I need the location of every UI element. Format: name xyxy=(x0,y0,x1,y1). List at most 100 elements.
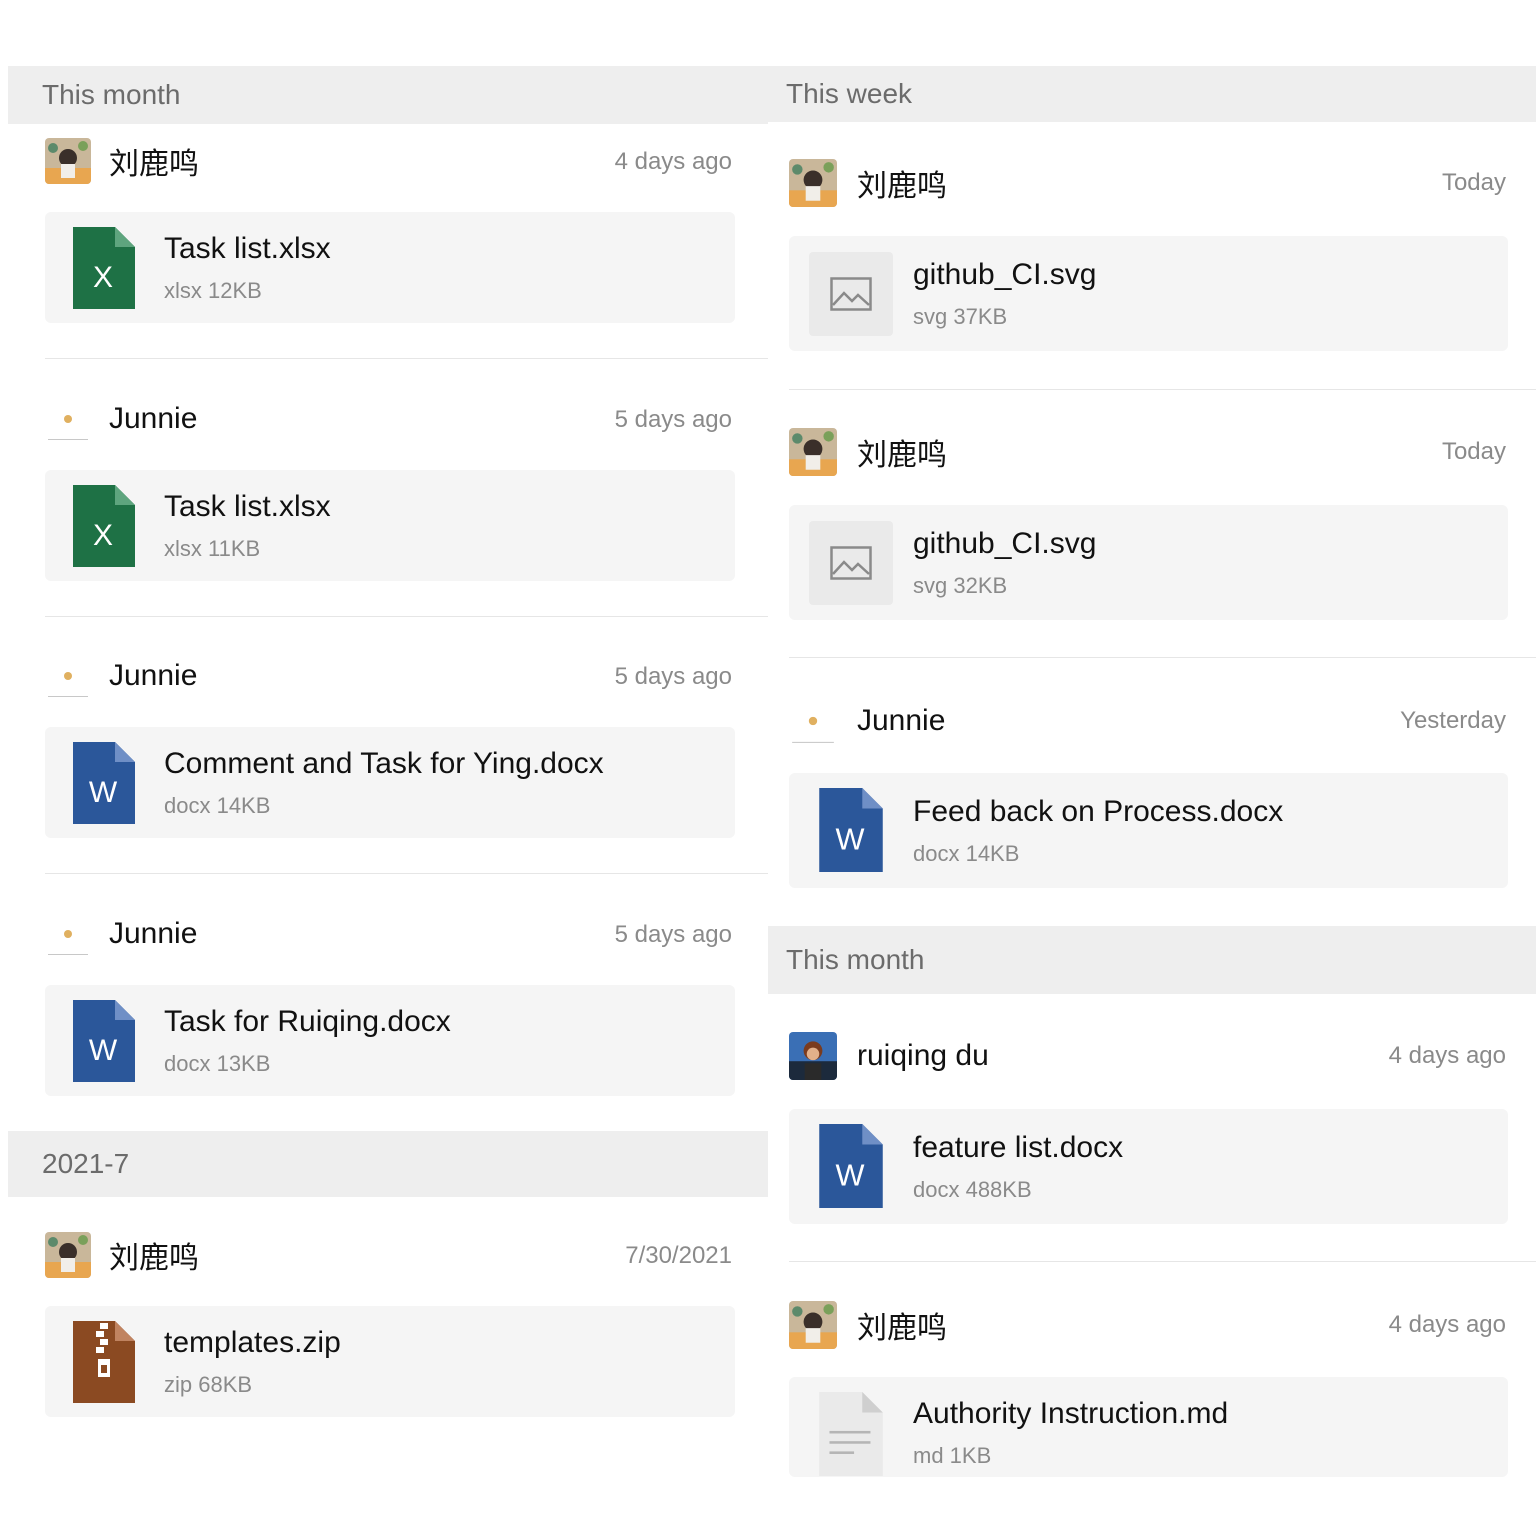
image-icon xyxy=(830,277,872,311)
file-meta: docx 13KB xyxy=(164,1051,271,1076)
section-title: 2021-7 xyxy=(42,1148,130,1179)
file-name: feature list.docx xyxy=(913,1131,1124,1164)
file-icon-glyph: W xyxy=(835,1157,864,1192)
activity-user-row[interactable]: 刘鹿鸣 xyxy=(789,1301,947,1349)
user-avatar xyxy=(789,1301,837,1349)
file-card[interactable]: W feature list.docx docx 488KB xyxy=(789,1109,1508,1224)
file-meta: xlsx 11KB xyxy=(164,536,261,561)
user-name: ruiqing du xyxy=(857,1039,989,1072)
file-icon-glyph: W xyxy=(89,776,118,809)
file-name: github_CI.svg xyxy=(913,258,1097,291)
user-avatar xyxy=(45,1232,91,1278)
activity-time: 5 days ago xyxy=(614,663,732,690)
activity-user-row[interactable]: 刘鹿鸣 xyxy=(45,1232,199,1278)
divider xyxy=(789,657,1536,658)
file-name: Task list.xlsx xyxy=(164,232,331,265)
divider xyxy=(45,873,768,874)
divider xyxy=(45,358,768,359)
section-header-this-month: This month xyxy=(8,66,768,124)
section-header-2021-7: 2021-7 xyxy=(8,1131,768,1197)
user-avatar xyxy=(45,653,91,699)
file-card[interactable]: X Task list.xlsx xlsx 12KB xyxy=(45,212,735,323)
file-name: github_CI.svg xyxy=(913,527,1097,560)
user-avatar xyxy=(789,697,837,745)
svg-file-icon xyxy=(809,521,893,605)
activity-time: 4 days ago xyxy=(614,148,732,175)
file-meta: zip 68KB xyxy=(164,1372,253,1397)
file-meta: svg 37KB xyxy=(913,304,1008,329)
user-avatar xyxy=(45,911,91,957)
file-card[interactable]: W Task for Ruiqing.docx docx 13KB xyxy=(45,985,735,1096)
docx-file-icon: W xyxy=(73,1000,135,1082)
section-title: This month xyxy=(42,79,181,110)
file-name: templates.zip xyxy=(164,1326,341,1359)
file-icon-glyph: X xyxy=(93,519,113,552)
file-meta: docx 488KB xyxy=(913,1177,1032,1202)
file-name: Comment and Task for Ying.docx xyxy=(164,747,604,780)
activity-time: 7/30/2021 xyxy=(625,1242,732,1269)
activity-time: Today xyxy=(1441,438,1506,465)
user-name: 刘鹿鸣 xyxy=(109,148,199,181)
file-card[interactable]: X Task list.xlsx xlsx 11KB xyxy=(45,470,735,581)
user-name: 刘鹿鸣 xyxy=(857,1312,947,1345)
user-avatar xyxy=(45,138,91,184)
activity-user-row[interactable]: 刘鹿鸣 xyxy=(45,138,199,184)
user-avatar xyxy=(789,1032,837,1080)
file-name: Task for Ruiqing.docx xyxy=(164,1005,451,1038)
xlsx-file-icon: X xyxy=(73,485,135,567)
section-title: This week xyxy=(786,78,913,109)
user-name: 刘鹿鸣 xyxy=(857,170,947,203)
file-card[interactable]: github_CI.svg svg 32KB xyxy=(789,505,1508,620)
file-icon-glyph: X xyxy=(93,261,113,294)
md-file-icon xyxy=(819,1392,883,1476)
user-name: Junnie xyxy=(109,917,198,950)
file-card[interactable]: Authority Instruction.md md 1KB xyxy=(789,1377,1508,1477)
user-name: Junnie xyxy=(109,659,198,692)
activity-time: Yesterday xyxy=(1400,707,1506,734)
file-icon-glyph: W xyxy=(835,821,864,856)
file-meta: svg 32KB xyxy=(913,573,1008,598)
activity-user-row[interactable]: 刘鹿鸣 xyxy=(789,159,947,207)
activity-time: 4 days ago xyxy=(1388,1311,1506,1338)
xlsx-file-icon: X xyxy=(73,227,135,309)
user-name: 刘鹿鸣 xyxy=(109,1242,199,1275)
user-name: 刘鹿鸣 xyxy=(857,439,947,472)
section-header-this-week: This week xyxy=(768,66,1536,122)
file-meta: xlsx 12KB xyxy=(164,278,262,303)
zip-file-icon xyxy=(73,1321,135,1403)
file-card[interactable]: W Feed back on Process.docx docx 14KB xyxy=(789,773,1508,888)
divider xyxy=(789,389,1536,390)
activity-time: 5 days ago xyxy=(614,406,732,433)
image-icon xyxy=(830,546,872,580)
activity-user-row[interactable]: ruiqing du xyxy=(789,1032,989,1080)
activity-user-row[interactable]: Junnie xyxy=(45,911,197,957)
docx-file-icon: W xyxy=(819,788,883,872)
user-avatar xyxy=(789,159,837,207)
docx-file-icon: W xyxy=(819,1124,883,1208)
file-card[interactable]: github_CI.svg svg 37KB xyxy=(789,236,1508,351)
file-meta: docx 14KB xyxy=(164,793,271,818)
activity-user-row[interactable]: Junnie xyxy=(45,396,197,442)
svg-file-icon xyxy=(809,252,893,336)
section-header-this-month: This month xyxy=(768,926,1536,994)
docx-file-icon: W xyxy=(73,742,135,824)
activity-time: Today xyxy=(1441,169,1506,196)
file-icon-glyph: W xyxy=(89,1034,118,1067)
file-name: Task list.xlsx xyxy=(164,490,331,523)
divider xyxy=(45,616,768,617)
file-card[interactable]: W Comment and Task for Ying.docx docx 14… xyxy=(45,727,735,838)
file-meta: docx 14KB xyxy=(913,841,1020,866)
activity-time: 5 days ago xyxy=(614,921,732,948)
file-name: Feed back on Process.docx xyxy=(913,795,1284,828)
user-name: Junnie xyxy=(857,704,946,737)
divider xyxy=(789,1261,1536,1262)
activity-user-row[interactable]: Junnie xyxy=(789,697,945,745)
file-card[interactable]: templates.zip zip 68KB xyxy=(45,1306,735,1417)
file-meta: md 1KB xyxy=(913,1443,992,1468)
activity-user-row[interactable]: 刘鹿鸣 xyxy=(789,428,947,476)
user-avatar xyxy=(789,428,837,476)
user-avatar xyxy=(45,396,91,442)
activity-user-row[interactable]: Junnie xyxy=(45,653,197,699)
file-name: Authority Instruction.md xyxy=(913,1397,1229,1430)
user-name: Junnie xyxy=(109,402,198,435)
